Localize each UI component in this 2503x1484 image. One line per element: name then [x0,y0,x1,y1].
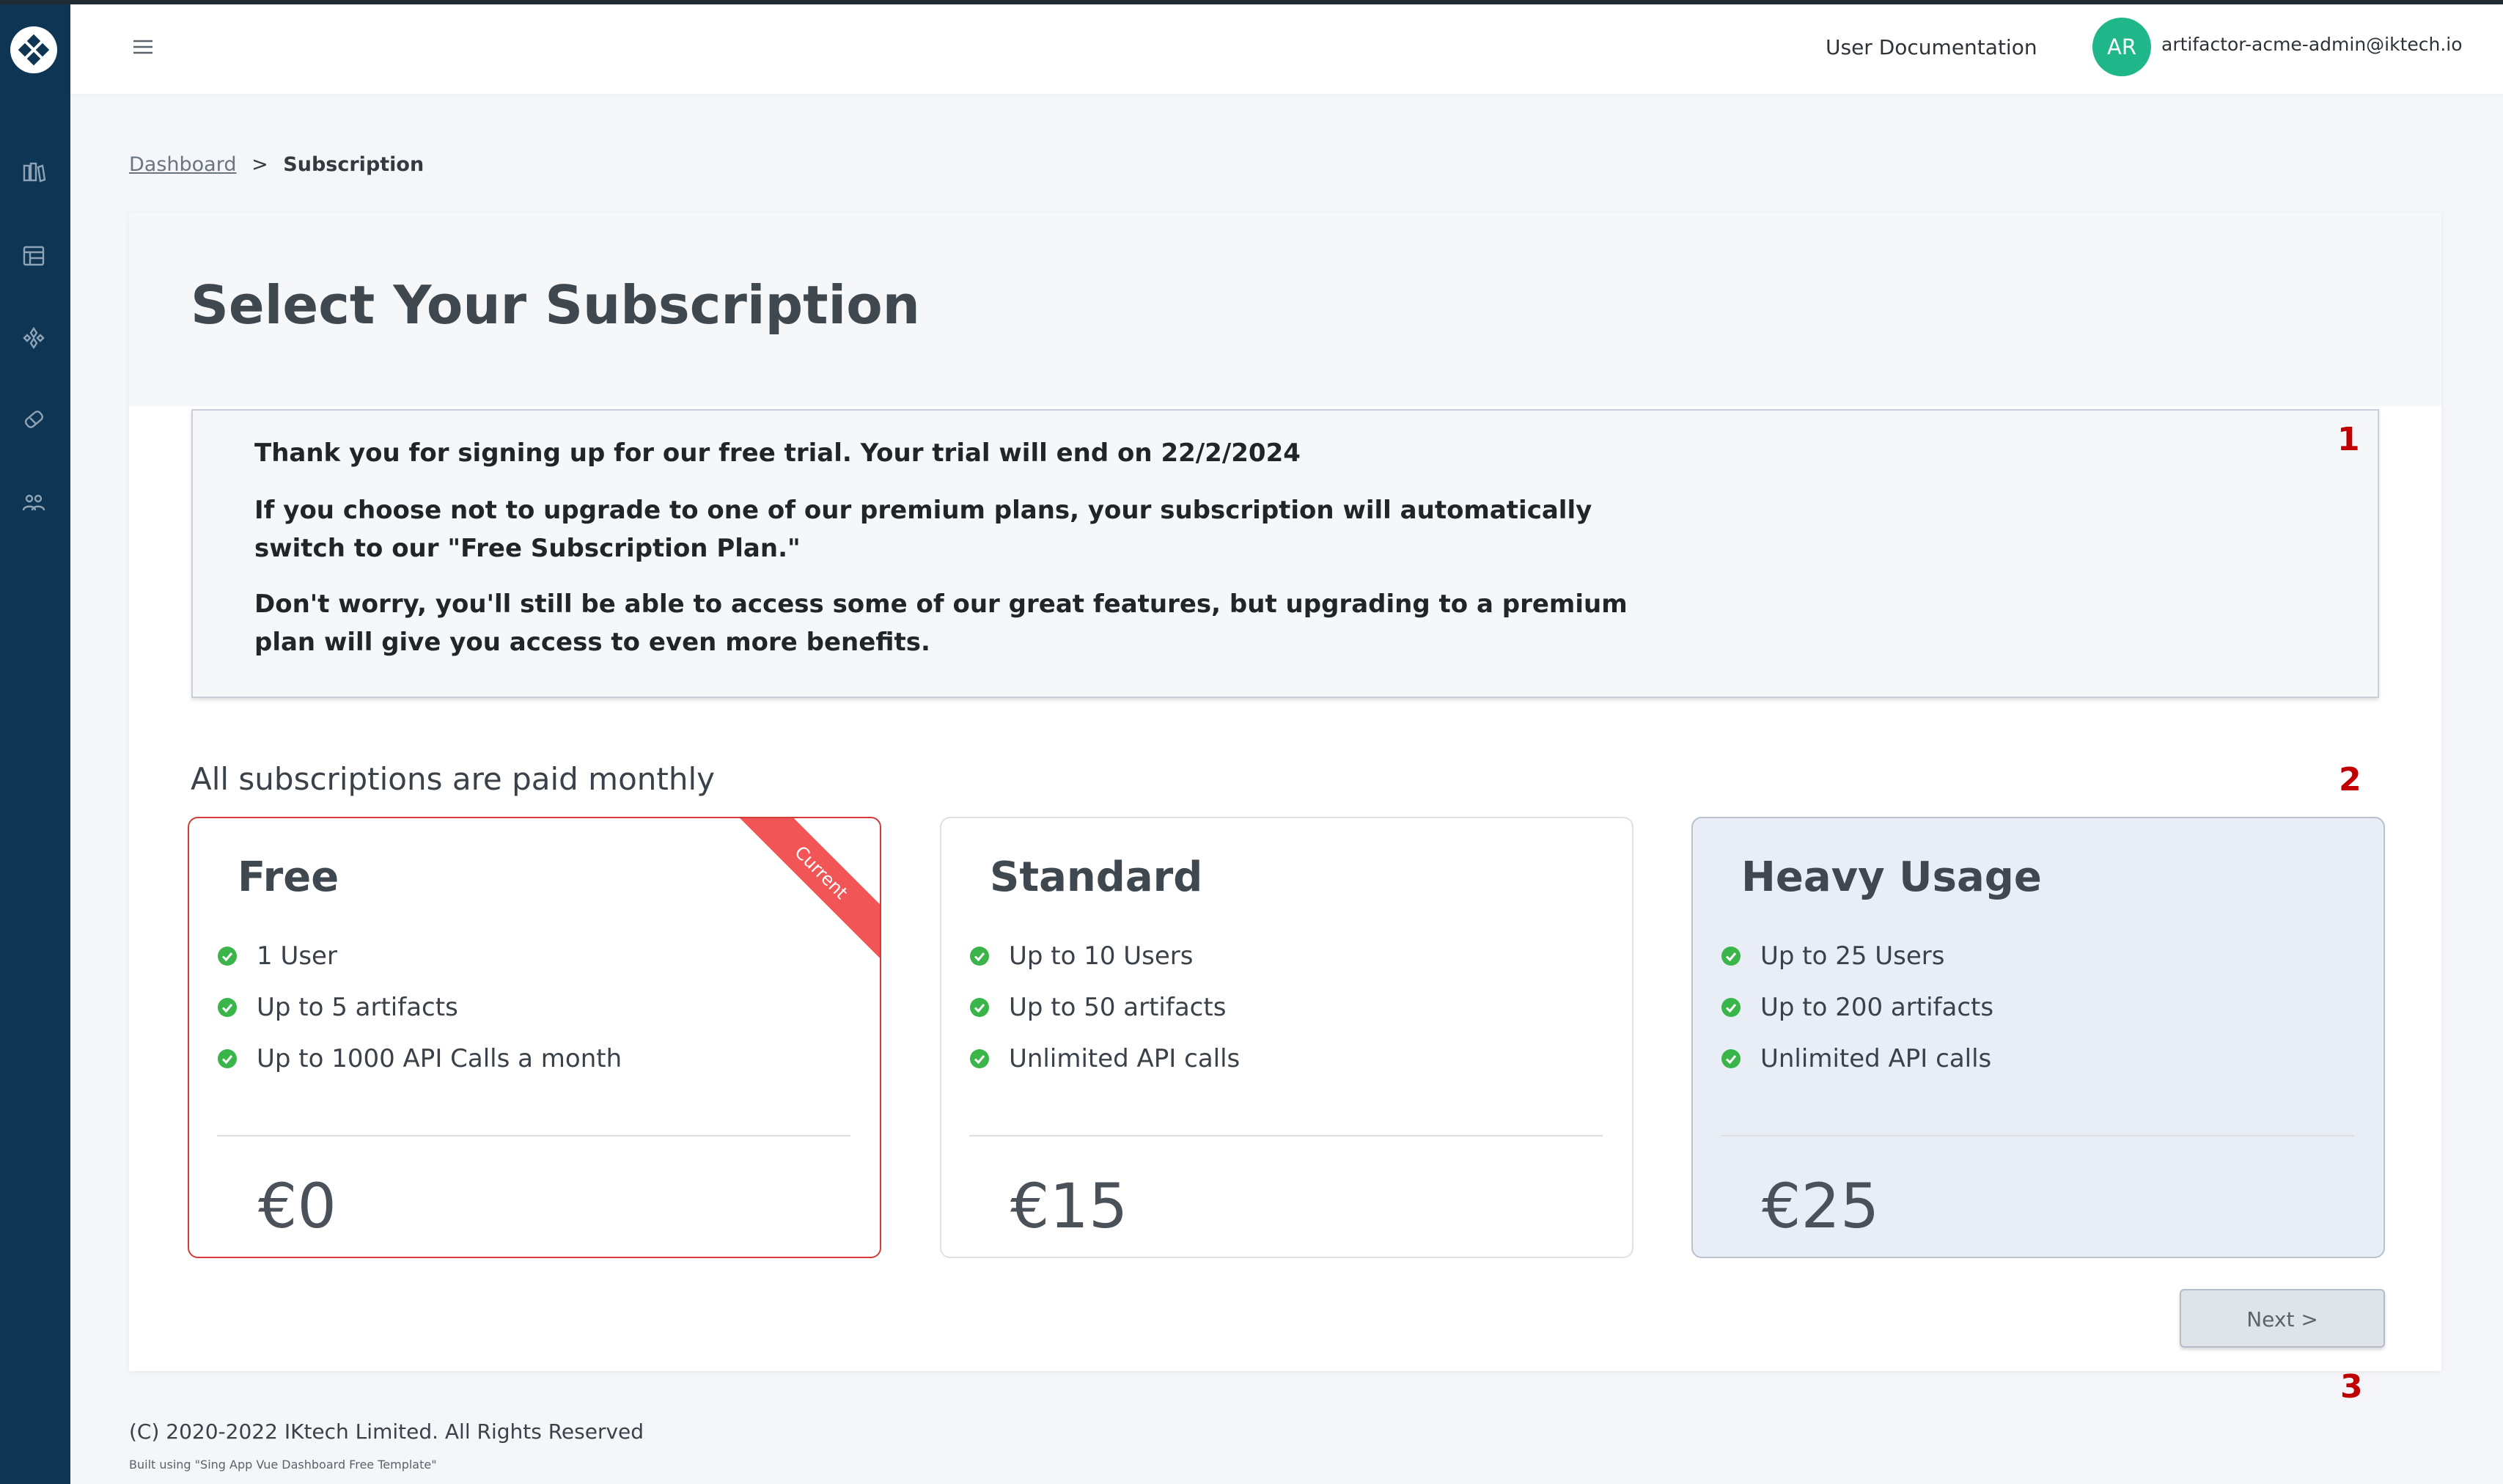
plan-feature: Up to 1000 API Calls a month [217,1044,622,1073]
table-icon[interactable] [21,243,46,268]
plan-name: Heavy Usage [1741,853,2042,901]
plan-price: €25 [1762,1170,1880,1242]
plan-feature: Up to 50 artifacts [969,993,1226,1022]
hamburger-icon[interactable] [131,37,155,57]
breadcrumb-current: Subscription [283,153,424,176]
annotation-marker-2: 2 [2339,761,2362,798]
plan-feature: Unlimited API calls [969,1044,1240,1073]
users-icon[interactable] [21,490,46,515]
plan-feature-text: Up to 200 artifacts [1760,993,1994,1022]
plan-card-heavy-usage[interactable]: Heavy Usage Up to 25 Users Up to 200 art… [1691,817,2385,1258]
breadcrumb: Dashboard > Subscription [129,153,424,176]
plan-feature: Up to 200 artifacts [1721,993,1993,1022]
check-circle-icon [1721,997,1741,1018]
check-circle-icon [969,946,990,966]
sidebar [0,4,70,1484]
annotation-marker-3: 3 [2340,1368,2363,1406]
plan-feature: Up to 5 artifacts [217,993,458,1022]
check-circle-icon [217,997,238,1018]
current-plan-ribbon: Current [729,818,880,964]
check-circle-icon [1721,946,1741,966]
check-circle-icon [969,997,990,1018]
next-button[interactable]: Next > [2180,1289,2385,1348]
trial-notice-line-1: Thank you for signing up for our free tr… [254,438,1301,468]
plan-feature: Unlimited API calls [1721,1044,1991,1073]
card-header: Select Your Subscription [129,213,2441,406]
tag-icon[interactable] [21,408,46,433]
subscription-card: Select Your Subscription Thank you for s… [129,213,2441,1406]
check-circle-icon [969,1048,990,1069]
plan-name: Standard [990,853,1203,901]
annotation-marker-1: 1 [2337,421,2360,458]
breadcrumb-dashboard-link[interactable]: Dashboard [129,153,236,176]
library-icon[interactable] [21,160,46,185]
trial-notice-line-3: Don't worry, you'll still be able to acc… [254,589,1628,657]
plan-feature-text: Unlimited API calls [1009,1044,1241,1073]
diamond-logo-icon[interactable] [10,26,57,73]
plan-price: €15 [1010,1170,1128,1242]
plan-feature: Up to 25 Users [1721,941,1945,971]
breadcrumb-separator: > [251,153,268,176]
plan-price: €0 [258,1170,337,1242]
plan-feature: Up to 10 Users [969,941,1194,971]
component-icon[interactable] [21,326,46,350]
page-title: Select Your Subscription [191,274,920,336]
footer-built-with: Built using "Sing App Vue Dashboard Free… [129,1458,437,1472]
check-circle-icon [217,1048,238,1069]
check-circle-icon [217,946,238,966]
plan-divider [1721,1135,2354,1136]
plan-feature-text: Up to 50 artifacts [1009,993,1227,1022]
check-circle-icon [1721,1048,1741,1069]
plan-divider [969,1135,1603,1136]
plan-feature: 1 User [217,941,337,971]
plan-feature-text: Up to 25 Users [1760,941,1945,971]
footer-copyright: (C) 2020-2022 IKtech Limited. All Rights… [129,1419,644,1444]
plan-name: Free [238,853,339,901]
plan-card-standard[interactable]: Standard Up to 10 Users Up to 50 artifac… [940,817,1633,1258]
trial-notice: Thank you for signing up for our free tr… [191,409,2379,698]
plan-feature-text: Unlimited API calls [1760,1044,1992,1073]
billing-note: All subscriptions are paid monthly [191,761,716,797]
plan-card-free[interactable]: Current Free 1 User Up to 5 artifacts Up… [188,817,881,1258]
plan-feature-text: 1 User [257,941,337,971]
plan-feature-text: Up to 5 artifacts [257,993,458,1022]
top-header: User Documentation AR artifactor-acme-ad… [70,4,2503,94]
user-email[interactable]: artifactor-acme-admin@iktech.io [2161,34,2463,55]
trial-notice-line-2: If you choose not to upgrade to one of o… [254,496,1592,563]
plan-feature-text: Up to 1000 API Calls a month [257,1044,622,1073]
plan-divider [217,1135,850,1136]
plan-feature-text: Up to 10 Users [1009,941,1194,971]
user-documentation-link[interactable]: User Documentation [1826,35,2037,59]
avatar[interactable]: AR [2092,18,2151,76]
